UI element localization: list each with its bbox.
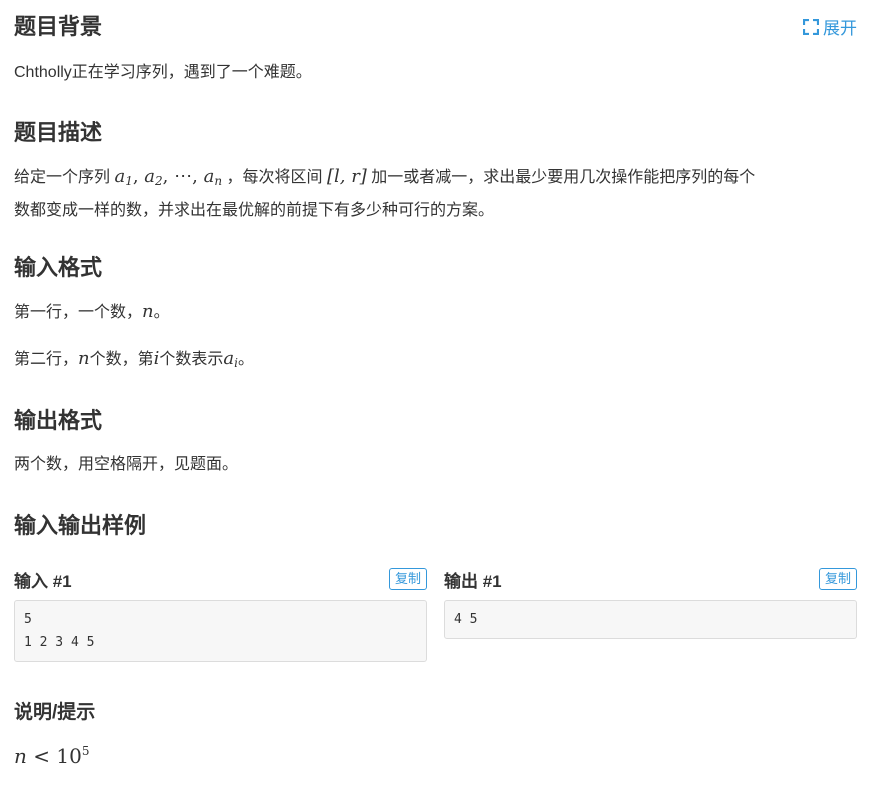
sample-input-content[interactable]: 5 1 2 3 4 5 [14,600,427,662]
section-hint: 说明/提示 n < 105 [14,698,857,774]
background-title: 题目背景 [14,14,103,39]
sample-output-content[interactable]: 4 5 [444,600,857,639]
description-title: 题目描述 [14,120,103,145]
description-mid-text: ，每次将区间 [226,169,323,186]
copy-input-button[interactable]: 复制 [388,568,427,590]
input-format-line-1: 第一行，一个数，n。 [14,301,170,322]
sample-output-panel: 输出 #1 复制 4 5 [444,566,857,639]
input-format-title: 输入格式 [14,255,103,280]
hint-title: 说明/提示 [14,702,96,723]
hint-formula: n < 105 [14,744,90,768]
sample-input-panel: 输入 #1 复制 5 1 2 3 4 5 [14,566,427,662]
background-text: Chtholly正在学习序列，遇到了一个难题。 [14,64,312,81]
output-format-title: 输出格式 [14,408,103,433]
description-pre-text: 给定一个序列 [14,169,111,186]
section-input-format: 输入格式 第一行，一个数，n。 第二行，n个数，第i个数表示ai。 [14,253,857,378]
sample-output-title: 输出 #1 [444,571,502,591]
output-format-text: 两个数，用空格隔开，见题面。 [14,456,239,473]
section-background: 题目背景 展开 Chtholly正在学习序列，遇到了一个难题。 [14,12,857,88]
interval-formula: [l, r] [326,166,367,187]
description-line-2: 数都变成一样的数，并求出在最优解的前提下有多少种可行的方案。 [14,202,495,219]
description-post-text: 加一或者减一，求出最少要用几次操作能把序列的每个 [371,169,756,186]
section-output-format: 输出格式 两个数，用空格隔开，见题面。 [14,406,857,480]
fullscreen-expand-icon [803,18,819,35]
samples-title: 输入输出样例 [14,513,147,538]
sequence-formula: a1, a2, ⋯, an [114,166,223,188]
description-line-1: 给定一个序列 a1, a2, ⋯, an ，每次将区间 [l, r] 加一或者减… [14,162,857,196]
section-samples: 输入输出样例 [14,511,857,541]
expand-label: 展开 [823,19,857,38]
sample-input-title: 输入 #1 [14,571,72,591]
sample-output-header: 输出 #1 复制 [444,566,857,592]
expand-button[interactable]: 展开 [803,14,857,39]
input-format-line-2: 第二行，n个数，第i个数表示ai。 [14,348,254,370]
sample-input-header: 输入 #1 复制 [14,566,427,592]
section-description: 题目描述 给定一个序列 a1, a2, ⋯, an ，每次将区间 [l, r] … [14,118,857,226]
copy-output-button[interactable]: 复制 [818,568,857,590]
